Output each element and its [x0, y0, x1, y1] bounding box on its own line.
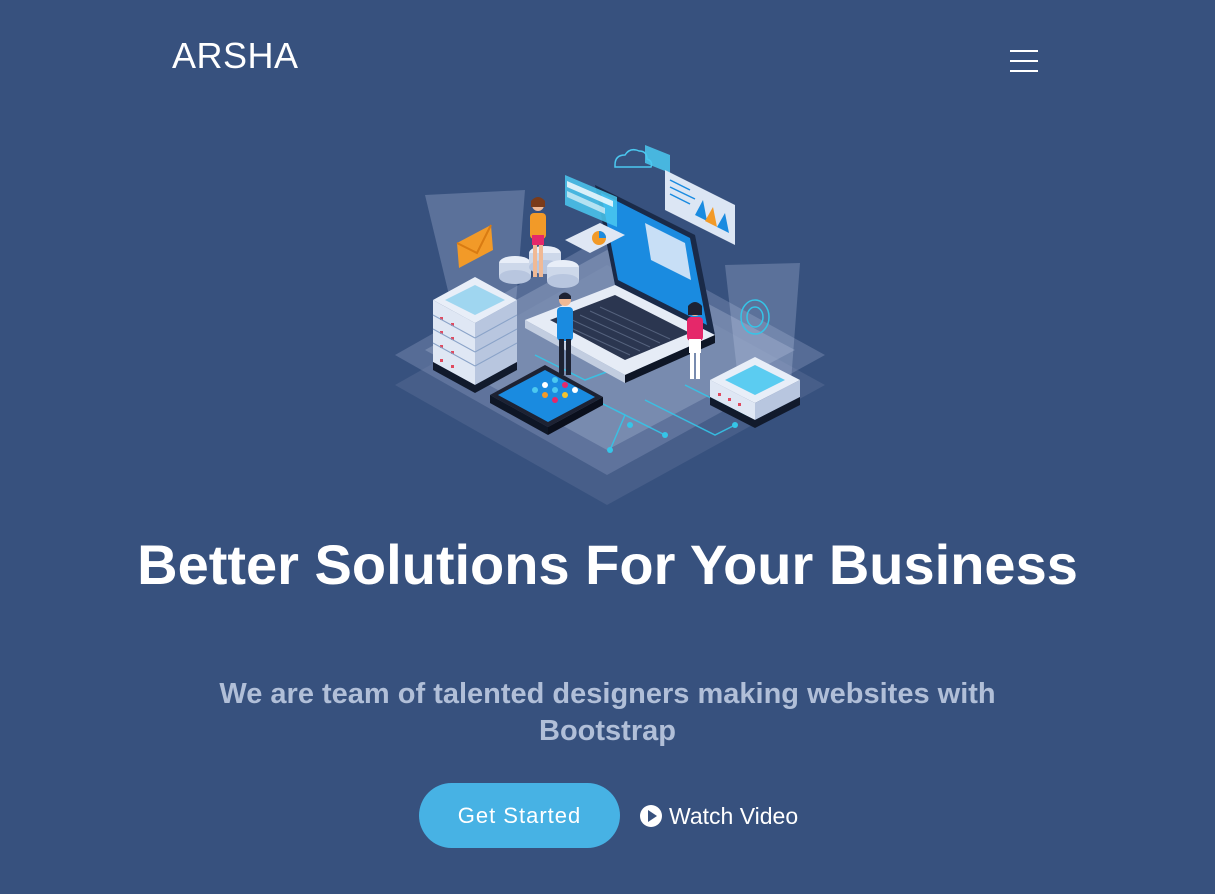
- page: ARSHA Better Solutions For Your Business…: [0, 0, 1215, 894]
- watch-video-label: Watch Video: [669, 802, 799, 829]
- watch-video-button[interactable]: Watch Video: [640, 798, 798, 834]
- hero-headline: Better Solutions For Your Business: [137, 533, 1078, 596]
- get-started-button[interactable]: Get Started: [419, 783, 620, 848]
- logo[interactable]: ARSHA: [172, 34, 299, 78]
- hero-subheadline: We are team of talented designers making…: [219, 678, 996, 747]
- hamburger-menu-icon[interactable]: [1010, 50, 1038, 76]
- play-circle-icon: [640, 805, 662, 827]
- hero-illustration: [385, 135, 830, 510]
- get-started-label: Get Started: [457, 802, 582, 828]
